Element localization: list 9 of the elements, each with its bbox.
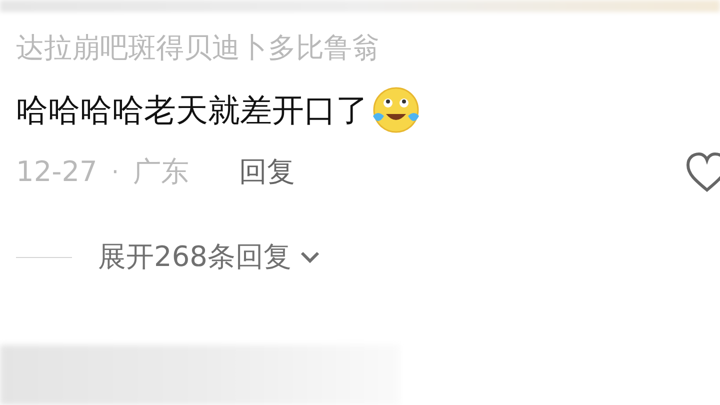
expand-replies-button[interactable]: 展开268条回复 [98, 236, 322, 278]
like-heart-icon[interactable] [685, 150, 720, 194]
reply-button[interactable]: 回复 [239, 151, 296, 193]
tears-of-joy-emoji-icon [370, 86, 422, 134]
separator-dot: · [111, 157, 120, 188]
comment-location: 广东 [133, 154, 190, 190]
comment-text: 哈哈哈哈老天就差开口了 [16, 90, 368, 130]
comment-date: 12-27 [16, 154, 98, 190]
chevron-down-icon [299, 250, 322, 264]
